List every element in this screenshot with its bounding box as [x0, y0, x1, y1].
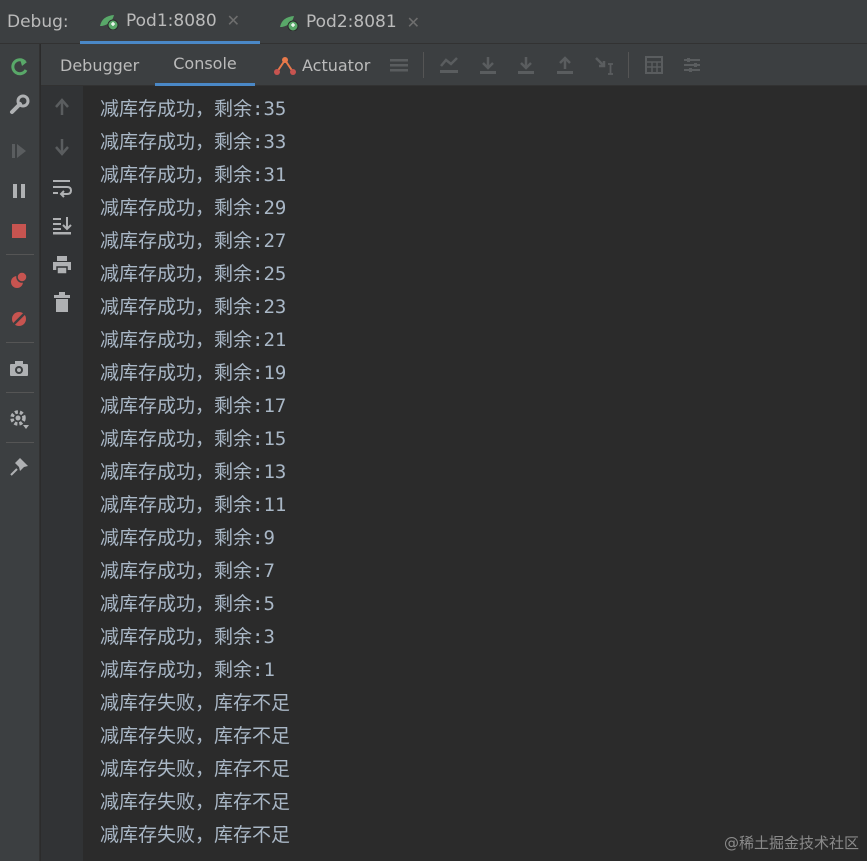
spring-boot-icon [278, 13, 300, 32]
show-execution-point-icon[interactable] [438, 54, 460, 76]
clear-all-trash-icon[interactable] [51, 291, 73, 313]
console-line: 减库存失败，库存不足 [100, 791, 291, 813]
debug-label: Debug: [7, 12, 69, 32]
console-line: 减库存失败，库存不足 [100, 725, 291, 747]
resume-icon[interactable] [8, 140, 30, 162]
console-line: 减库存成功，剩余:17 [100, 395, 287, 417]
soft-wrap-icon[interactable] [51, 176, 73, 198]
console-line: 减库存成功，剩余:27 [100, 230, 287, 252]
console-line: 减库存成功，剩余:21 [100, 329, 287, 351]
step-out-icon[interactable] [554, 54, 576, 76]
view-breakpoints-icon[interactable] [8, 269, 30, 291]
pin-icon[interactable] [8, 456, 30, 478]
console-line: 减库存失败，库存不足 [100, 692, 291, 714]
console-line: 减库存失败，库存不足 [100, 758, 291, 780]
debug-toolbar: Debugger Console Actuator [41, 44, 867, 86]
console-line: 减库存成功，剩余:15 [100, 428, 287, 450]
console-line: 减库存成功，剩余:3 [100, 626, 275, 648]
console-line: 减库存成功，剩余:29 [100, 197, 287, 219]
tab-debugger[interactable]: Debugger [60, 44, 139, 86]
debug-tool-window-header: Debug: Pod1:8080 ✕ Pod2:8081 ✕ [0, 0, 867, 44]
divider [6, 254, 34, 255]
run-tab-pod1[interactable]: Pod1:8080 ✕ [80, 0, 260, 44]
console-line: 减库存成功，剩余:11 [100, 494, 287, 516]
run-to-cursor-icon[interactable] [593, 54, 615, 76]
divider [423, 52, 424, 78]
console-line: 减库存成功，剩余:1 [100, 659, 275, 681]
console-line: 减库存成功，剩余:7 [100, 560, 275, 582]
step-over-icon[interactable] [477, 54, 499, 76]
console-line: 减库存成功，剩余:25 [100, 263, 287, 285]
close-icon[interactable]: ✕ [407, 13, 420, 32]
run-tab-label: Pod2:8081 [306, 12, 397, 32]
console-line: 减库存成功，剩余:13 [100, 461, 287, 483]
pause-icon[interactable] [8, 180, 30, 202]
console-line: 减库存失败，库存不足 [100, 824, 291, 846]
arrow-up-icon[interactable] [51, 96, 73, 118]
console-line: 减库存成功，剩余:35 [100, 98, 287, 120]
console-output[interactable]: 减库存成功，剩余:35 减库存成功，剩余:33 减库存成功，剩余:31 减库存成功，剩… [83, 86, 867, 861]
watermark: @稀土掘金技术社区 [723, 834, 859, 852]
settings-gear-icon[interactable] [8, 408, 30, 430]
debug-action-strip [0, 44, 40, 861]
actuator-icon [273, 54, 297, 76]
tab-label: Actuator [302, 55, 371, 75]
wrench-icon[interactable] [8, 94, 30, 116]
trace-settings-icon[interactable] [681, 54, 703, 76]
rerun-icon[interactable] [8, 56, 30, 78]
tab-console[interactable]: Console [155, 44, 255, 86]
close-icon[interactable]: ✕ [227, 11, 240, 30]
console-line: 减库存成功，剩余:31 [100, 164, 287, 186]
console-line: 减库存成功，剩余:33 [100, 131, 287, 153]
divider [6, 392, 34, 393]
hamburger-menu-icon[interactable] [388, 54, 410, 76]
tab-label: Debugger [60, 55, 140, 75]
step-into-icon[interactable] [515, 54, 537, 76]
arrow-down-icon[interactable] [51, 136, 73, 158]
console-gutter-toolbar [41, 86, 83, 861]
evaluate-expression-icon[interactable] [643, 54, 665, 76]
divider [6, 342, 34, 343]
spring-boot-icon [98, 12, 120, 30]
mute-breakpoints-icon[interactable] [8, 308, 30, 330]
divider [628, 52, 629, 78]
console-line: 减库存成功，剩余:9 [100, 527, 275, 549]
stop-icon[interactable] [8, 220, 30, 242]
tab-label: Console [173, 54, 237, 73]
divider [6, 442, 34, 443]
print-icon[interactable] [51, 254, 73, 276]
console-line: 减库存成功，剩余:19 [100, 362, 287, 384]
tab-actuator[interactable]: Actuator [273, 44, 370, 86]
camera-icon[interactable] [8, 358, 30, 380]
console-line: 减库存成功，剩余:5 [100, 593, 275, 615]
console-line: 减库存成功，剩余:23 [100, 296, 287, 318]
scroll-to-end-icon[interactable] [51, 214, 73, 236]
run-tab-pod2[interactable]: Pod2:8081 ✕ [278, 0, 438, 44]
run-tab-label: Pod1:8080 [126, 10, 217, 31]
